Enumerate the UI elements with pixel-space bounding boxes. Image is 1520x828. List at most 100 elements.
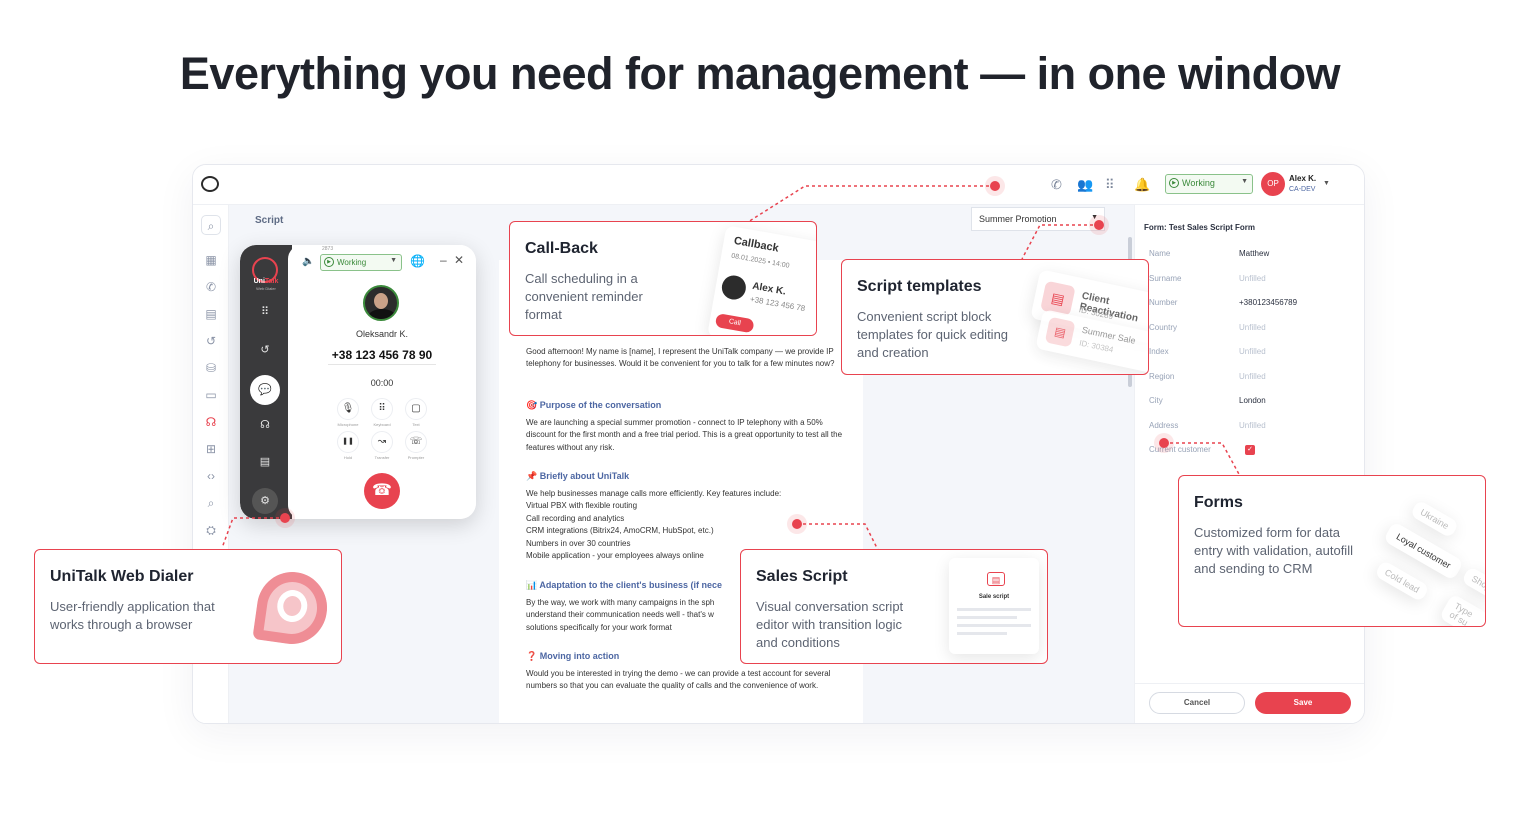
callout-title: UniTalk Web Dialer xyxy=(50,568,194,585)
user-name: Alex K. xyxy=(1289,174,1317,183)
callout-callback: Call-Back Call scheduling in a convenien… xyxy=(509,221,817,336)
grid-icon[interactable]: ⠿ xyxy=(1105,177,1115,193)
settings-icon[interactable]: ⚙ xyxy=(252,488,278,514)
globe-icon[interactable]: 🌐 xyxy=(410,254,425,268)
tab-script[interactable]: Script xyxy=(255,215,283,226)
template-select-value: Summer Promotion xyxy=(979,214,1057,224)
basket-icon[interactable]: ⛁ xyxy=(201,358,221,378)
sale-script-thumbnail: ▤ Sale script xyxy=(949,558,1039,654)
section-heading: 📌 Briefly about UniTalk xyxy=(526,471,630,481)
dashboard-icon[interactable]: ▦ xyxy=(201,250,221,270)
bell-icon[interactable]: 🔔 xyxy=(1134,177,1150,193)
hold-icon: ❚❚ xyxy=(337,431,359,453)
callout-sales-script: Sales Script Visual conversation script … xyxy=(740,549,1048,664)
template-select[interactable]: Summer Promotion ▼ xyxy=(971,207,1105,231)
transfer-icon: ↝ xyxy=(371,431,393,453)
message-icon[interactable]: ▭ xyxy=(201,385,221,405)
hold-button[interactable]: ❚❚ Hold xyxy=(330,431,366,460)
callout-title: Script templates xyxy=(857,278,982,295)
callback-icon[interactable]: ↺ xyxy=(201,331,221,351)
section-body: Would you be interested in trying the de… xyxy=(526,669,831,691)
keypad-icon[interactable]: ⠿ xyxy=(254,301,276,323)
history-icon[interactable]: ↺ xyxy=(254,339,276,361)
play-icon: ▶ xyxy=(324,257,334,267)
save-button[interactable]: Save xyxy=(1255,692,1351,714)
chat-icon[interactable]: 💬 xyxy=(250,375,280,405)
contact-avatar xyxy=(363,285,399,321)
add-box-icon[interactable]: ⊞ xyxy=(201,439,221,459)
phone-icon[interactable]: ✆ xyxy=(1051,177,1062,193)
hotspot-forms[interactable] xyxy=(1159,438,1169,448)
volume-icon[interactable]: 🔈 xyxy=(302,256,314,267)
web-dialer: UniTalk Web Dialer ⠿ ↺ 💬 ☊ ▤ ⚙ 2873 🔈 ▶ … xyxy=(240,245,476,519)
close-icon[interactable]: ✕ xyxy=(454,253,464,267)
book-icon[interactable]: ▤ xyxy=(254,451,276,473)
cancel-button[interactable]: Cancel xyxy=(1149,692,1245,714)
document-icon: ▤ xyxy=(987,572,1005,586)
call-timer: 00:00 xyxy=(370,378,394,388)
users-icon[interactable]: 👥 xyxy=(1077,177,1093,193)
page-headline: Everything you need for management — in … xyxy=(179,48,1341,99)
tag-type-of-su: Type of su xyxy=(1438,593,1485,626)
status-label: Working xyxy=(1182,178,1215,188)
app-logo[interactable] xyxy=(201,176,219,192)
callout-description: Call scheduling in a convenient reminder… xyxy=(525,271,643,322)
unitalk-logo-icon xyxy=(252,567,332,649)
divider xyxy=(1135,683,1364,684)
dialer-sidebar: UniTalk Web Dialer ⠿ ↺ 💬 ☊ ▤ ⚙ xyxy=(240,245,292,519)
search-icon[interactable]: ⌕ xyxy=(201,215,221,235)
user-menu-chevron-icon[interactable]: ▼ xyxy=(1323,180,1330,187)
hotspot-templates[interactable] xyxy=(1094,220,1104,230)
document-icon: ▤ xyxy=(1044,316,1076,348)
hangup-button[interactable]: ☎ xyxy=(364,473,400,509)
tag-cold-lead: Cold lead xyxy=(1374,559,1430,603)
hotspot-callback[interactable] xyxy=(990,181,1000,191)
code-icon[interactable]: ‹› xyxy=(201,466,221,486)
callback-preview-card: Callback 08.01.2025 • 14:00 Alex K. +38 … xyxy=(707,225,816,335)
top-bar: ✆ 👥 ⠿ 🔔 ▶ Working ▼ OP Alex K. CA-DEV ▼ xyxy=(193,165,1364,205)
chevron-down-icon: ▼ xyxy=(390,257,397,264)
microphone-button[interactable]: 🎙 Microphone xyxy=(330,398,366,427)
play-icon: ▶ xyxy=(1169,178,1179,188)
section-heading: 🎯 Purpose of the conversation xyxy=(526,400,662,410)
dialer-main: 2873 🔈 ▶ Working ▼ 🌐 – ✕ Oleksandr K. +3… xyxy=(288,245,476,519)
tag-shop: Shop xyxy=(1460,565,1485,601)
number-divider xyxy=(328,364,436,365)
microphone-icon: 🎙 xyxy=(337,398,359,420)
form-title: Form: Test Sales Script Form xyxy=(1144,223,1255,232)
extension-number: 2873 xyxy=(322,246,334,252)
transfer-button[interactable]: ↝ Transfer xyxy=(364,431,400,460)
minimize-icon[interactable]: – xyxy=(440,253,447,267)
text-icon: ▢ xyxy=(405,398,427,420)
callout-description: User-friendly application that works thr… xyxy=(50,599,215,632)
user-role: CA-DEV xyxy=(1289,186,1316,193)
chat-icon[interactable]: ▤ xyxy=(201,304,221,324)
dialer-status-dropdown[interactable]: ▶ Working ▼ xyxy=(320,254,402,271)
callout-web-dialer: UniTalk Web Dialer User-friendly applica… xyxy=(34,549,342,664)
callout-description: Customized form for data entry with vali… xyxy=(1194,525,1353,576)
hotspot-dialer[interactable] xyxy=(280,513,290,523)
robot-icon[interactable]: ⛭ xyxy=(201,520,221,540)
phone-icon[interactable]: ✆ xyxy=(201,277,221,297)
current-customer-checkbox[interactable]: ✓ xyxy=(1245,445,1255,455)
prompter-button[interactable]: ☏ Prompter xyxy=(398,431,434,460)
form-panel: Form: Test Sales Script Form Name Matthew… xyxy=(1134,205,1364,723)
search-icon[interactable]: ⌕ xyxy=(201,493,221,513)
contact-number: +38 123 456 78 90 xyxy=(331,348,433,362)
keypad-icon: ⠿ xyxy=(371,398,393,420)
callout-title: Call-Back xyxy=(525,240,598,257)
callout-script-templates: Script templates Convenient script block… xyxy=(841,259,1149,375)
text-button[interactable]: ▢ Text xyxy=(398,398,434,427)
keyboard-button[interactable]: ⠿ Keyboard xyxy=(364,398,400,427)
headset-icon[interactable]: ☊ xyxy=(254,414,276,436)
callout-title: Forms xyxy=(1194,494,1243,511)
callout-title: Sales Script xyxy=(756,568,848,585)
avatar[interactable]: OP xyxy=(1261,172,1285,196)
section-heading: ❓ Moving into action xyxy=(526,651,620,661)
section-body: We are launching a special summer promot… xyxy=(526,418,843,452)
status-dropdown[interactable]: ▶ Working ▼ xyxy=(1165,174,1253,194)
operator-icon[interactable]: ☊ xyxy=(201,412,221,432)
section-heading: 📊 Adaptation to the client's business (i… xyxy=(526,580,723,590)
hotspot-sales[interactable] xyxy=(792,519,802,529)
prompter-icon: ☏ xyxy=(405,431,427,453)
